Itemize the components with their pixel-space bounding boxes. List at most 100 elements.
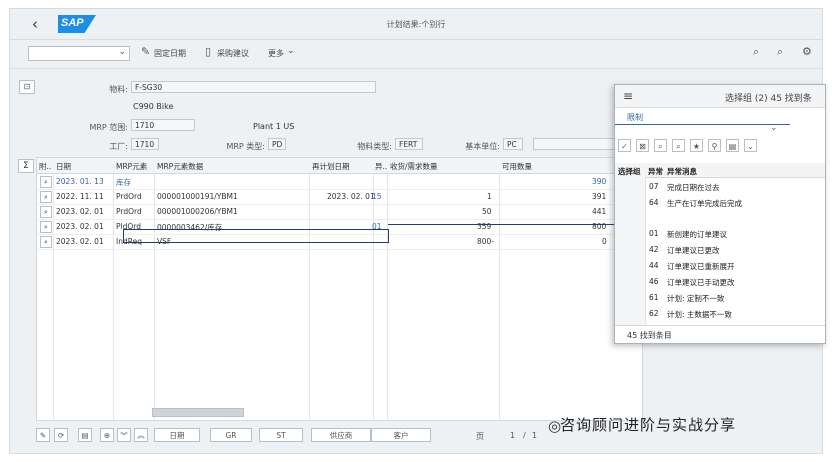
confirm-icon[interactable]: ✓ — [618, 139, 631, 152]
uom-label: 基本单位: — [465, 142, 500, 151]
horizontal-scrollbar[interactable] — [152, 408, 244, 417]
chevron-down-icon[interactable]: ⌄ — [770, 123, 778, 133]
col-exception[interactable]: 异.. — [375, 161, 387, 172]
date-button-label: 日期 — [169, 431, 185, 440]
chevron-down-icon[interactable]: ⌄ — [744, 139, 757, 152]
more-button[interactable]: 更多 — [268, 48, 284, 59]
fixed-date-button[interactable]: 固定日期 — [154, 48, 186, 59]
col-exception-message[interactable]: 异常消息 — [667, 166, 697, 177]
purchase-proposal-button[interactable]: 采购建议 — [217, 48, 249, 59]
expand-icon[interactable]: ⊕ — [100, 428, 114, 442]
row-quantity: 800- — [477, 237, 495, 246]
settings-icon[interactable]: ⚙ — [802, 45, 812, 58]
page-separator: / — [523, 431, 526, 440]
search-icon[interactable]: ⌕ — [753, 45, 759, 59]
search-refine-icon[interactable]: ⌕ — [777, 45, 783, 59]
row-element-data: 000001000206/YBM1 — [157, 207, 238, 216]
magnifier-icon[interactable]: ⌕ — [40, 191, 52, 203]
row-quantity: 1 — [487, 192, 492, 201]
filter-icon[interactable]: ⚲ — [708, 139, 721, 152]
chevron-down-icon[interactable]: ︾ — [117, 428, 131, 442]
table-row[interactable]: ⌕ 2023. 01. 13 库存 390 — [37, 174, 642, 190]
magnifier-icon[interactable]: ⌕ — [40, 206, 52, 218]
list-item[interactable]: 07 完成日期在过去 — [615, 179, 825, 194]
chevron-up-icon[interactable]: ︽ — [134, 428, 148, 442]
plant-field[interactable]: 1710 — [131, 138, 159, 150]
header-toggle-icon[interactable]: ⊡ — [19, 80, 35, 94]
row-element: PrdOrd — [116, 207, 142, 216]
exception-code: 61 — [649, 293, 659, 302]
col-date[interactable]: 日期 — [56, 161, 71, 172]
mrp-area-field[interactable]: 1710 — [131, 119, 195, 131]
exception-code: 46 — [649, 277, 659, 286]
row-element-data: 000001000191/YBM1 — [157, 192, 238, 201]
popup-header: ≡ 选择组 (2) 45 找到条 — [615, 85, 825, 108]
gr-button-label: GR — [225, 431, 237, 440]
col-available[interactable]: 可用数量 — [502, 161, 532, 172]
edit-icon[interactable]: ✎ — [36, 428, 50, 442]
mrp-table: 附.. 日期 MRP元素 MRP元素数据 再计划日期 异.. 收货/需求数量 可… — [36, 157, 643, 421]
magnifier-icon[interactable]: ⌕ — [40, 176, 52, 188]
date-button[interactable]: 日期 — [154, 428, 200, 442]
row-date: 2022. 11. 11 — [56, 192, 104, 201]
variant-dropdown[interactable]: ⌄ — [28, 46, 130, 61]
list-item[interactable]: 42 订单建议已更改 — [615, 242, 825, 257]
material-type-field[interactable]: FERT — [395, 138, 423, 150]
st-button-label: ST — [276, 431, 286, 440]
row-available: 391 — [592, 192, 607, 201]
row-reschedule: 2023. 02. 01 — [327, 192, 375, 201]
page-current[interactable]: 1 — [510, 431, 515, 440]
magnifier-icon[interactable]: ⌕ — [40, 221, 52, 233]
row-quantity: 50 — [482, 207, 492, 216]
menu-icon[interactable]: ≡ — [623, 89, 633, 103]
customer-button[interactable]: 客户 — [371, 428, 431, 442]
col-selection-group[interactable]: 选择组 — [618, 166, 641, 177]
col-mrp-element-data[interactable]: MRP元素数据 — [157, 161, 203, 172]
list-item[interactable]: 61 计划: 定制不一致 — [615, 290, 825, 305]
magnifier-icon[interactable]: ⌕ — [40, 236, 52, 248]
row-exception: 15 — [372, 192, 382, 201]
uom-field[interactable]: PC — [503, 138, 523, 150]
delete-icon[interactable]: ▤ — [78, 428, 92, 442]
table-header: 附.. 日期 MRP元素 MRP元素数据 再计划日期 异.. 收货/需求数量 可… — [37, 158, 642, 174]
row-available: 0 — [602, 237, 607, 246]
st-button[interactable]: ST — [259, 428, 303, 442]
cancel-icon[interactable]: ⊠ — [636, 139, 649, 152]
extra-field[interactable] — [533, 138, 615, 150]
exception-code: 62 — [649, 309, 659, 318]
material-label: 物料: — [109, 85, 128, 94]
plant-label: 工厂: — [109, 142, 128, 151]
exception-text: 完成日期在过去 — [667, 183, 720, 192]
watermark: 咨询顾问进阶与实战分享 — [560, 416, 737, 434]
favorite-icon[interactable]: ★ — [690, 139, 703, 152]
mrp-type-field[interactable]: PD — [268, 138, 286, 150]
row-date: 2023. 01. 13 — [56, 177, 104, 186]
list-item[interactable]: 44 订单建议已重新展开 — [615, 258, 825, 273]
search-icon[interactable]: ⌕ — [654, 139, 667, 152]
delete-icon[interactable]: ▤ — [726, 139, 739, 152]
table-row[interactable]: ⌕ 2023. 02. 01 PrdOrd 000001000206/YBM1 … — [37, 204, 642, 220]
gr-button[interactable]: GR — [210, 428, 252, 442]
material-field[interactable]: F-SG30 — [131, 81, 376, 93]
refresh-icon[interactable]: ⟳ — [54, 428, 68, 442]
list-item[interactable]: 46 订单建议已手动更改 — [615, 274, 825, 289]
exception-group-popup: ≡ 选择组 (2) 45 找到条 限制 ⌄ ✓ ⊠ ⌕ ⌕ ★ ⚲ ▤ ⌄ 选择… — [614, 84, 826, 344]
col-attach[interactable]: 附.. — [39, 161, 51, 172]
col-reschedule-date[interactable]: 再计划日期 — [312, 161, 350, 172]
vendor-button[interactable]: 供应商 — [311, 428, 371, 442]
col-mrp-element[interactable]: MRP元素 — [116, 161, 147, 172]
list-item[interactable]: 62 计划: 主数据不一致 — [615, 306, 825, 321]
mrp-area-label: MRP 范围: — [89, 123, 128, 132]
col-exception[interactable]: 异常 — [648, 166, 663, 177]
row-date: 2023. 02. 01 — [56, 237, 104, 246]
table-row[interactable]: ⌕ 2022. 11. 11 PrdOrd 000001000191/YBM1 … — [37, 189, 642, 205]
exception-code: 01 — [649, 229, 659, 238]
search-more-icon[interactable]: ⌕ — [672, 139, 685, 152]
sum-icon[interactable]: Σ — [18, 159, 34, 173]
col-quantity[interactable]: 收货/需求数量 — [390, 161, 438, 172]
popup-table-header: 选择组 异常 异常消息 — [615, 163, 825, 178]
list-item[interactable]: 64 生产在订单完成后完成 — [615, 195, 825, 210]
list-item[interactable]: 01 新创建的订单建议 — [615, 226, 825, 241]
tab-restrictions[interactable]: 限制 — [627, 112, 643, 123]
row-available: 390 — [592, 177, 607, 186]
